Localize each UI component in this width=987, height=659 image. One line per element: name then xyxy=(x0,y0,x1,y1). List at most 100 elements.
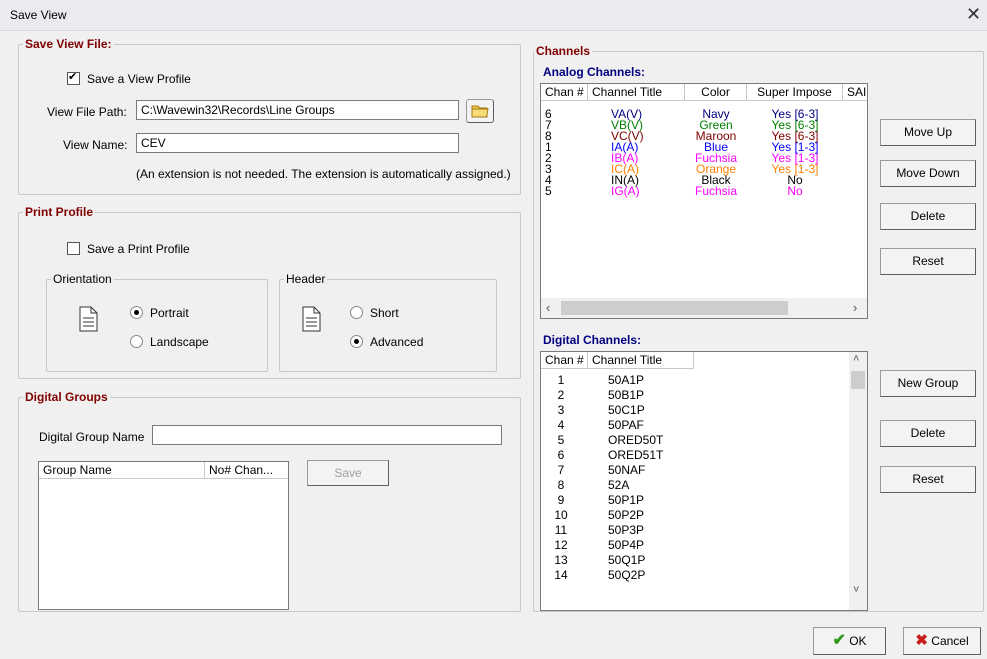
save-print-profile-label: Save a Print Profile xyxy=(87,242,190,256)
digital-reset-label: Reset xyxy=(912,472,944,486)
analog-reset-label: Reset xyxy=(912,254,944,268)
digital-groups-legend: Digital Groups xyxy=(25,390,108,404)
digital-channel-row[interactable]: 11 50P3P xyxy=(541,523,841,537)
digital-cell-chan: 6 xyxy=(557,448,565,462)
close-icon[interactable]: ✕ xyxy=(966,4,981,25)
digital-col-title[interactable]: Channel Title xyxy=(588,352,694,369)
analog-cell-title: IG(A) xyxy=(611,184,640,198)
digital-channel-row[interactable]: 7 50NAF xyxy=(541,463,841,477)
digital-reset-button[interactable]: Reset xyxy=(880,466,976,493)
analog-col-sai[interactable]: SAI xyxy=(843,84,867,101)
short-radio[interactable] xyxy=(350,306,363,319)
digital-cell-title: 50PAF xyxy=(608,418,644,432)
save-print-profile-checkbox[interactable] xyxy=(67,242,80,255)
portrait-label: Portrait xyxy=(150,306,189,320)
digital-channel-row[interactable]: 10 50P2P xyxy=(541,508,841,522)
digital-channel-row[interactable]: 13 50Q1P xyxy=(541,553,841,567)
digital-cell-chan: 11 xyxy=(554,523,568,537)
ok-button[interactable]: ✔ OK xyxy=(813,627,886,655)
view-file-path-input[interactable]: C:\Wavewin32\Records\Line Groups xyxy=(136,100,459,120)
cancel-x-icon: ✖ xyxy=(915,632,928,649)
group-name-column-header[interactable]: Group Name xyxy=(39,462,205,479)
move-down-button[interactable]: Move Down xyxy=(880,160,976,187)
analog-reset-button[interactable]: Reset xyxy=(880,248,976,275)
analog-col-chan[interactable]: Chan # xyxy=(541,84,588,101)
digital-cell-chan: 2 xyxy=(557,388,565,402)
digital-delete-button[interactable]: Delete xyxy=(880,420,976,447)
analog-col-super-impose[interactable]: Super Impose xyxy=(747,84,843,101)
digital-vertical-scrollbar[interactable]: ˄ ˅ xyxy=(849,352,867,610)
title-bar: Save View ✕ xyxy=(0,0,987,31)
analog-channels-title: Analog Channels: xyxy=(543,65,646,79)
digital-channels-title: Digital Channels: xyxy=(543,333,642,347)
cancel-label: Cancel xyxy=(931,634,969,648)
analog-channel-row[interactable]: 5 IG(A) Fuchsia No xyxy=(541,184,843,198)
digital-cell-chan: 10 xyxy=(554,508,568,522)
print-profile-legend: Print Profile xyxy=(25,205,94,219)
analog-delete-label: Delete xyxy=(910,209,946,223)
save-group-button[interactable]: Save xyxy=(307,460,389,486)
check-icon: ✔ xyxy=(832,632,846,649)
folder-icon xyxy=(471,105,489,118)
advanced-radio[interactable] xyxy=(350,335,363,348)
digital-group-name-input[interactable] xyxy=(152,425,502,445)
digital-cell-chan: 13 xyxy=(554,553,568,567)
num-chan-column-header[interactable]: No# Chan... xyxy=(205,462,288,479)
page-icon xyxy=(79,306,98,332)
portrait-radio[interactable] xyxy=(130,306,143,319)
digital-cell-chan: 8 xyxy=(557,478,565,492)
digital-cell-title: 50C1P xyxy=(608,403,645,417)
move-down-label: Move Down xyxy=(896,166,960,180)
digital-cell-chan: 5 xyxy=(557,433,565,447)
digital-channel-row[interactable]: 4 50PAF xyxy=(541,418,841,432)
digital-channel-row[interactable]: 14 50Q2P xyxy=(541,568,841,582)
landscape-radio[interactable] xyxy=(130,335,143,348)
group-list[interactable]: Group Name No# Chan... xyxy=(38,461,289,610)
analog-col-title[interactable]: Channel Title xyxy=(588,84,685,101)
digital-channel-row[interactable]: 5 ORED50T xyxy=(541,433,841,447)
analog-cell-si: No xyxy=(787,184,803,198)
scroll-left-icon[interactable]: ‹ xyxy=(546,300,550,315)
digital-channel-row[interactable]: 6 ORED51T xyxy=(541,448,841,462)
digital-channel-row[interactable]: 9 50P1P xyxy=(541,494,841,506)
scroll-down-icon[interactable]: ˅ xyxy=(853,584,859,596)
new-group-button[interactable]: New Group xyxy=(880,370,976,397)
digital-cell-title: 50P3P xyxy=(608,523,645,537)
digital-channel-row[interactable]: 8 52A xyxy=(541,478,841,492)
view-file-path-label: View File Path: xyxy=(47,105,127,119)
analog-cell-color: Fuchsia xyxy=(694,184,738,198)
scroll-right-icon[interactable]: › xyxy=(853,300,857,315)
window-title: Save View xyxy=(10,8,67,22)
digital-cell-title: 50Q2P xyxy=(608,568,646,582)
digital-cell-chan: 7 xyxy=(557,463,565,477)
digital-channel-row[interactable]: 1 50A1P xyxy=(541,373,841,387)
analog-channels-list[interactable]: Chan # Channel Title Color Super Impose … xyxy=(540,83,868,319)
analog-delete-button[interactable]: Delete xyxy=(880,203,976,230)
digital-channel-row[interactable]: 2 50B1P xyxy=(541,388,841,402)
digital-col-chan[interactable]: Chan # xyxy=(541,352,588,369)
scroll-up-icon[interactable]: ˄ xyxy=(853,353,859,365)
digital-channel-row[interactable]: 12 50P4P xyxy=(541,538,841,552)
view-name-input[interactable]: CEV xyxy=(136,133,459,153)
move-up-label: Move Up xyxy=(903,125,953,139)
move-up-button[interactable]: Move Up xyxy=(880,119,976,146)
scroll-thumb[interactable] xyxy=(851,371,865,389)
digital-delete-label: Delete xyxy=(910,426,946,440)
analog-horizontal-scrollbar[interactable]: ‹ › xyxy=(541,298,867,318)
save-view-profile-checkbox[interactable] xyxy=(67,70,80,85)
cancel-button[interactable]: ✖ Cancel xyxy=(903,627,981,655)
digital-channels-list[interactable]: Chan # Channel Title ˄ ˅ 1 50A1P 2 50B1P 3 50… xyxy=(540,351,868,611)
channels-legend: Channels xyxy=(536,44,591,58)
scroll-thumb[interactable] xyxy=(561,301,788,315)
extension-note: (An extension is not needed. The extensi… xyxy=(136,167,511,181)
analog-col-color[interactable]: Color xyxy=(685,84,747,101)
page-icon xyxy=(302,306,321,332)
landscape-label: Landscape xyxy=(150,335,209,349)
browse-folder-button[interactable] xyxy=(466,99,494,123)
digital-cell-title: ORED50T xyxy=(608,433,664,447)
digital-channel-row[interactable]: 3 50C1P xyxy=(541,403,841,417)
analog-cell-chan: 5 xyxy=(545,184,552,198)
digital-cell-title: 50P4P xyxy=(608,538,645,552)
digital-group-name-label: Digital Group Name xyxy=(39,430,145,444)
digital-cell-chan: 1 xyxy=(557,373,565,387)
